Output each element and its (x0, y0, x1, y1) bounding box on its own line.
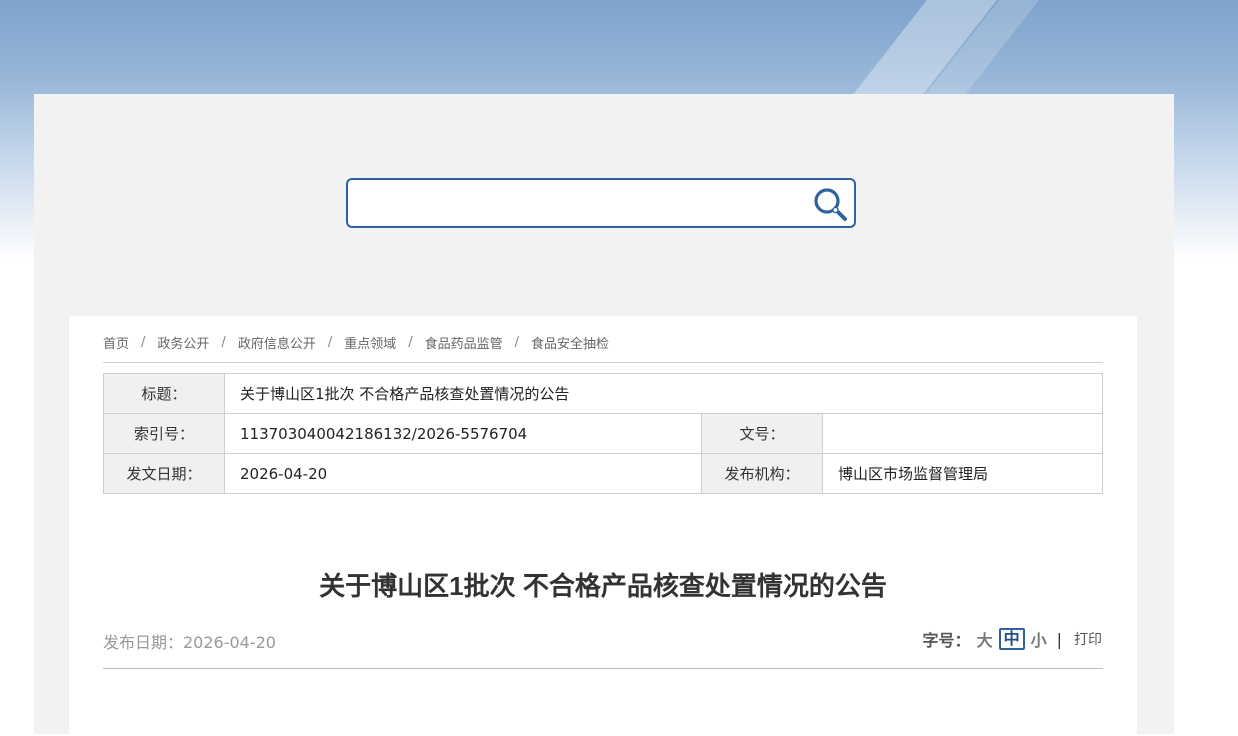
breadcrumb-food-drug[interactable]: 食品药品监管 (425, 333, 503, 352)
search-box (346, 178, 856, 228)
docno-label: 文号： (701, 413, 823, 454)
date-label: 发文日期： (103, 453, 225, 494)
font-size-label: 字号： (922, 631, 971, 650)
search-input[interactable] (358, 186, 812, 222)
search-button[interactable] (812, 186, 850, 222)
breadcrumb-food-safety[interactable]: 食品安全抽检 (531, 333, 609, 352)
table-row: 发文日期： 2026-04-20 发布机构： 博山区市场监督管理局 (103, 453, 1103, 494)
breadcrumb-gov-info[interactable]: 政府信息公开 (238, 333, 316, 352)
breadcrumb: 首页 / 政务公开 / 政府信息公开 / 重点领域 / 食品药品监管 / 食品安… (103, 332, 1103, 352)
index-label: 索引号： (103, 413, 225, 454)
article-header-divider (103, 668, 1103, 669)
index-value: 113703040042186132/2026-5576704 (224, 413, 702, 454)
breadcrumb-separator: / (327, 334, 333, 350)
title-value: 关于博山区1批次 不合格产品核查处置情况的公告 (224, 373, 1103, 414)
docno-value (822, 413, 1103, 454)
font-size-large-button[interactable]: 大 (977, 627, 993, 651)
breadcrumb-gov-affairs[interactable]: 政务公开 (157, 333, 209, 352)
tools-divider: | (1056, 629, 1062, 649)
breadcrumb-home[interactable]: 首页 (103, 333, 129, 352)
breadcrumb-divider (103, 362, 1103, 363)
font-size-small-button[interactable]: 小 (1031, 627, 1047, 651)
breadcrumb-separator: / (141, 334, 146, 350)
table-row: 索引号： 113703040042186132/2026-5576704 文号： (103, 413, 1103, 454)
article-title: 关于博山区1批次 不合格产品核查处置情况的公告 (319, 571, 887, 601)
breadcrumb-separator: / (514, 334, 520, 350)
date-value: 2026-04-20 (224, 453, 702, 494)
breadcrumb-key-areas[interactable]: 重点领域 (344, 333, 396, 352)
breadcrumb-separator: / (221, 334, 226, 350)
article-tools: 字号： 大 中 小 | 打印 (923, 627, 1102, 651)
title-label: 标题： (103, 373, 225, 414)
table-row: 标题： 关于博山区1批次 不合格产品核查处置情况的公告 (103, 373, 1103, 414)
font-size-medium-button[interactable]: 中 (998, 628, 1025, 650)
breadcrumb-separator: / (408, 334, 413, 350)
org-value: 博山区市场监督管理局 (822, 453, 1103, 494)
print-button[interactable]: 打印 (1074, 629, 1102, 649)
org-label: 发布机构： (701, 453, 823, 494)
publish-date: 发布日期：2026-04-20 (103, 633, 276, 652)
search-icon (814, 188, 847, 221)
content-panel: 首页 / 政务公开 / 政府信息公开 / 重点领域 / 食品药品监管 / 食品安… (69, 316, 1137, 736)
document-metadata-table: 标题： 关于博山区1批次 不合格产品核查处置情况的公告 索引号： 1137030… (103, 373, 1103, 494)
